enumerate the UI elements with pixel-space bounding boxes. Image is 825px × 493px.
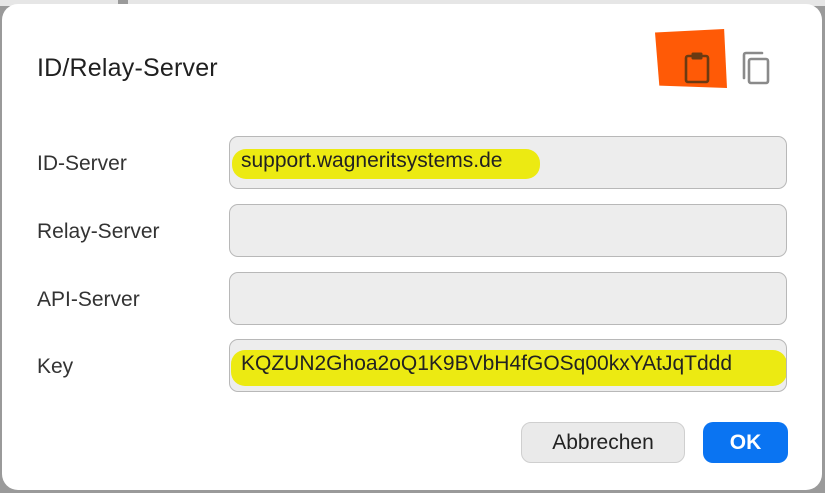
key-input[interactable]: KQZUN2Ghoa2oQ1K9BVbH4fGOSq00kxYAtJqTddd [229, 339, 787, 392]
id-server-label: ID-Server [37, 152, 127, 175]
relay-server-input[interactable] [229, 204, 787, 257]
ok-button-label: OK [729, 430, 762, 454]
id-server-value: support.wagneritsystems.de [241, 149, 503, 172]
api-server-label: API-Server [37, 288, 140, 311]
cancel-button[interactable]: Abbrechen [521, 422, 685, 463]
key-label: Key [37, 355, 74, 378]
clipboard-paste-icon[interactable] [680, 50, 714, 84]
cancel-button-label: Abbrechen [552, 430, 654, 454]
api-server-input[interactable] [229, 272, 787, 325]
ok-button[interactable]: OK [703, 422, 788, 463]
key-value: KQZUN2Ghoa2oQ1K9BVbH4fGOSq00kxYAtJqTddd [241, 352, 733, 375]
dialog-title: ID/Relay-Server [37, 54, 218, 82]
id-server-input[interactable]: support.wagneritsystems.de [229, 136, 787, 189]
relay-server-label: Relay-Server [37, 220, 160, 243]
copy-icon[interactable] [737, 50, 773, 86]
